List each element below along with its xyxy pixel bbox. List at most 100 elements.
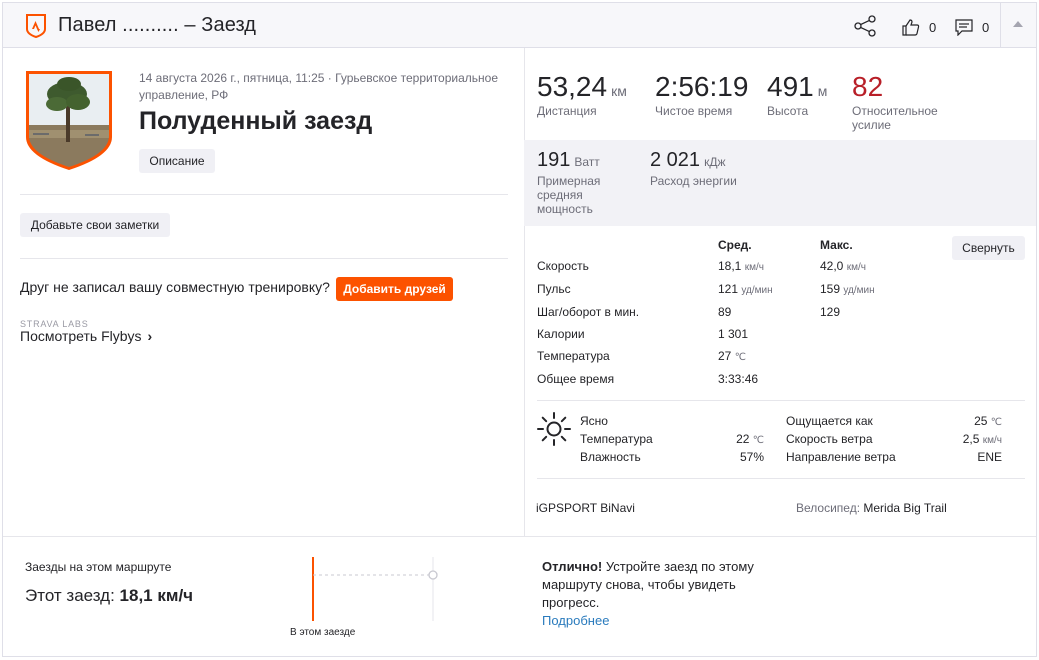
friend-prompt: Друг не записал вашу совместную трениров…: [20, 279, 330, 295]
collapse-button[interactable]: Свернуть: [952, 236, 1025, 260]
weather-temp-value: 22 ℃: [703, 432, 764, 446]
activity-title: Полуденный заезд: [139, 107, 373, 135]
stat-label: Расход энергии: [650, 174, 737, 188]
avg-value: 3:33:46: [718, 372, 759, 386]
this-ride-label: Этот заезд:: [25, 586, 115, 605]
wind-direction-label: Направление ветра: [786, 450, 896, 464]
avg-value: 18,1: [718, 259, 742, 273]
add-notes-button[interactable]: Добавьте свои заметки: [20, 213, 170, 237]
strava-logo-icon: [26, 14, 46, 38]
route-promo: Отлично! Устройте заезд по этому маршрут…: [542, 558, 782, 630]
table-row: Пульс 121 уд/мин 159 уд/мин: [537, 282, 997, 302]
value: 22: [736, 432, 750, 446]
table-row: Температура 27 ℃: [537, 349, 997, 369]
flybys-prefix: Посмотреть: [20, 328, 98, 344]
stat-relative-effort[interactable]: 82 Относительное усилие: [852, 71, 962, 132]
thumbs-up-icon: [902, 18, 920, 36]
device-name: iGPSPORT BiNavi: [536, 501, 635, 515]
bike-name[interactable]: Merida Big Trail: [863, 501, 946, 515]
share-icon[interactable]: [853, 15, 877, 37]
weather-feels-label: Ощущается как: [786, 414, 873, 428]
stat-unit: км: [611, 83, 627, 99]
row-label: Температура: [537, 349, 610, 363]
this-ride-speed: Этот заезд: 18,1 км/ч: [25, 586, 193, 606]
trend-point: [428, 570, 438, 580]
stat-elevation: 491 м Высота: [767, 71, 827, 118]
bike-info: Велосипед: Merida Big Trail: [796, 501, 947, 515]
row-avg: 3:33:46: [718, 372, 758, 386]
divider: [20, 194, 508, 195]
avg-value: 121: [718, 282, 739, 296]
kudos-button[interactable]: 0: [902, 16, 936, 38]
kudos-count: 0: [929, 19, 937, 35]
stat-label: Чистое время: [655, 104, 733, 118]
unit: км/ч: [982, 435, 1002, 446]
header-divider: [1000, 3, 1001, 48]
max-unit: км/ч: [846, 262, 866, 273]
row-max: 159 уд/мин: [820, 282, 875, 296]
row-label: Общее время: [537, 372, 615, 386]
max-unit: уд/мин: [843, 285, 875, 296]
stat-label: Высота: [767, 104, 809, 118]
this-ride-value: 18,1 км/ч: [119, 586, 194, 605]
row-max: 42,0 км/ч: [820, 259, 866, 273]
unit: ℃: [990, 417, 1002, 428]
table-row: Калории 1 301: [537, 327, 997, 347]
stat-label: Примерная средняя мощность: [537, 174, 601, 216]
weather-feels-value: 25 ℃: [943, 414, 1002, 428]
stat-moving-time: 2:56:19 Чистое время: [655, 71, 748, 118]
table-row: Шаг/оборот в мин. 89 129: [537, 305, 997, 325]
bike-label: Велосипед:: [796, 501, 861, 515]
max-value: 42,0: [820, 259, 844, 273]
column-header-avg: Сред.: [718, 238, 752, 252]
comments-button[interactable]: 0: [955, 16, 989, 38]
row-avg: 121 уд/мин: [718, 282, 773, 296]
learn-more-link[interactable]: Подробнее: [542, 612, 782, 630]
value: 25: [974, 414, 988, 428]
row-label: Пульс: [537, 282, 571, 296]
weather-humidity-label: Влажность: [580, 450, 641, 464]
stat-label: Дистанция: [537, 104, 597, 118]
chart-caption: В этом заезде: [290, 627, 356, 638]
flybys-name: Flybys: [101, 328, 142, 344]
chevron-right-icon: ›: [147, 328, 153, 344]
flybys-link[interactable]: Посмотреть Flybys ›: [20, 328, 152, 344]
row-avg: 27 ℃: [718, 349, 746, 363]
max-value: 129: [820, 305, 841, 319]
unit: ℃: [752, 435, 764, 446]
table-row: Скорость 18,1 км/ч 42,0 км/ч: [537, 259, 997, 279]
avg-value: 1 301: [718, 327, 749, 341]
column-divider: [524, 48, 525, 536]
row-label: Шаг/оборот в мин.: [537, 305, 640, 319]
stat-unit: Ватт: [574, 155, 600, 169]
weather-humidity-value: 57%: [739, 450, 764, 464]
page-title: Павел .......... – Заезд: [58, 14, 257, 36]
avg-value: 89: [718, 305, 732, 319]
row-avg: 18,1 км/ч: [718, 259, 764, 273]
table-row: Общее время 3:33:46: [537, 372, 997, 392]
weather-temp-label: Температура: [580, 432, 653, 446]
row-avg: 1 301: [718, 327, 748, 341]
activity-map-badge: [26, 71, 112, 170]
divider: [537, 400, 1025, 401]
comments-count: 0: [982, 19, 990, 35]
route-efforts-label: Заезды на этом маршруте: [25, 560, 172, 574]
row-label: Калории: [537, 327, 585, 341]
divider: [20, 258, 508, 259]
avg-unit: уд/мин: [741, 285, 773, 296]
row-avg: 89: [718, 305, 731, 319]
row-label: Скорость: [537, 259, 589, 273]
column-header-max: Макс.: [820, 238, 853, 252]
avg-value: 27: [718, 349, 732, 363]
stat-value: 53,24: [537, 71, 608, 102]
stat-value: 191: [537, 149, 571, 171]
promo-bold: Отлично!: [542, 559, 603, 574]
comment-icon: [955, 18, 973, 36]
description-button[interactable]: Описание: [139, 149, 215, 173]
max-value: 159: [820, 282, 841, 296]
chevron-up-icon[interactable]: [1013, 21, 1023, 27]
add-friends-button[interactable]: Добавить друзей: [336, 277, 453, 301]
stat-distance: 53,24 км Дистанция: [537, 71, 627, 118]
stat-label: Относительное усилие: [852, 104, 938, 132]
wind-direction-value: ENE: [977, 450, 1002, 464]
